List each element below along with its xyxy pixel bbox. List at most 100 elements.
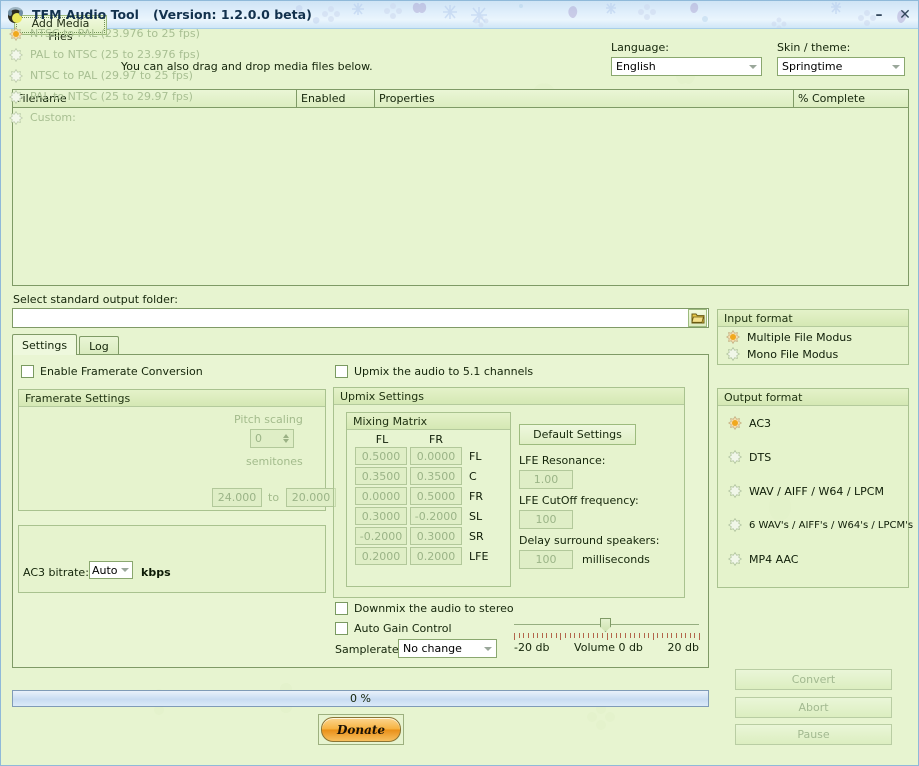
matrix-cell-lfe-fl[interactable]: 0.2000 — [355, 547, 407, 565]
checkbox-icon — [335, 622, 348, 635]
matrix-row-sl: 0.3000 -0.2000 SL — [347, 507, 510, 527]
tab-log[interactable]: Log — [79, 336, 119, 355]
column-header-complete[interactable]: % Complete — [794, 90, 908, 107]
pause-button[interactable]: Pause — [735, 724, 892, 745]
ac3-bitrate-value: Auto — [92, 563, 118, 577]
custom-framerate-to-input[interactable]: 20.000 — [286, 488, 336, 507]
default-settings-button[interactable]: Default Settings — [519, 424, 636, 445]
chevron-up-icon[interactable] — [283, 434, 289, 438]
ac3-bitrate-select[interactable]: Auto — [89, 561, 133, 579]
column-header-enabled[interactable]: Enabled — [297, 90, 375, 107]
enable-framerate-conversion-label: Enable Framerate Conversion — [40, 365, 203, 378]
stepper-arrows[interactable] — [283, 434, 293, 443]
matrix-cell-c-fr[interactable]: 0.3500 — [410, 467, 462, 485]
volume-min-label: -20 db — [514, 641, 550, 654]
framerate-option-4[interactable]: Custom: — [9, 107, 200, 128]
matrix-row-fr: 0.0000 0.5000 FR — [347, 487, 510, 507]
samplerate-label: Samplerate: — [335, 643, 403, 656]
matrix-cell-sr-fr[interactable]: 0.3000 — [410, 527, 462, 545]
input-format-group: Input format Multiple File Modus Mono Fi… — [717, 309, 909, 365]
matrix-cell-sl-fr[interactable]: -0.2000 — [410, 507, 462, 525]
matrix-row-sr: -0.2000 0.3000 SR — [347, 527, 510, 547]
matrix-row-label-sl: SL — [469, 509, 483, 523]
tab-settings[interactable]: Settings — [12, 334, 78, 355]
auto-gain-control-label: Auto Gain Control — [354, 622, 452, 635]
pitch-scaling-value: 0 — [255, 432, 262, 445]
framerate-option-1[interactable]: PAL to NTSC (25 to 23.976 fps) — [9, 44, 200, 65]
chevron-down-icon — [121, 568, 129, 572]
downmix-stereo-label: Downmix the audio to stereo — [354, 602, 514, 615]
matrix-cell-fl-fr[interactable]: 0.0000 — [410, 447, 462, 465]
radio-unselected-icon — [728, 518, 742, 532]
pitch-scaling-stepper[interactable]: 0 — [250, 429, 294, 448]
output-folder-input[interactable] — [13, 309, 688, 327]
custom-framerate-from-input[interactable]: 24.000 — [212, 488, 262, 507]
skin-theme-select[interactable]: Springtime — [777, 57, 905, 76]
output-folder-label: Select standard output folder: — [13, 293, 178, 306]
abort-button[interactable]: Abort — [735, 697, 892, 718]
auto-gain-control-checkbox[interactable]: Auto Gain Control — [335, 622, 452, 635]
volume-slider[interactable] — [514, 618, 699, 632]
matrix-row-label-lfe: LFE — [469, 549, 489, 563]
output-format-option-wav[interactable]: WAV / AIFF / W64 / LPCM — [728, 474, 908, 508]
output-format-option-dts-label: DTS — [749, 450, 772, 464]
window-title: TFM Audio Tool — [32, 7, 139, 22]
radio-unselected-icon — [9, 89, 23, 104]
radio-unselected-icon — [726, 347, 740, 361]
input-format-option-multiple[interactable]: Multiple File Modus — [726, 330, 908, 344]
application-window: TFM Audio Tool (Version: 1.2.0.0 beta) –… — [0, 0, 919, 766]
column-header-properties[interactable]: Properties — [375, 90, 794, 107]
matrix-cell-lfe-fr[interactable]: 0.2000 — [410, 547, 462, 565]
minimize-icon[interactable]: – — [870, 8, 888, 22]
matrix-cell-sl-fl[interactable]: 0.3000 — [355, 507, 407, 525]
mixing-matrix-group: Mixing Matrix FL FR 0.5000 0.0000 FL 0.3… — [346, 412, 511, 587]
radio-unselected-icon — [728, 450, 742, 464]
lfe-cutoff-frequency-input[interactable]: 100 — [519, 510, 573, 529]
framerate-settings-title: Framerate Settings — [19, 390, 325, 407]
output-format-option-6wav[interactable]: 6 WAV's / AIFF's / W64's / LPCM's — [728, 508, 913, 542]
skin-theme-label: Skin / theme: — [777, 41, 851, 54]
upmix-settings-group: Upmix Settings Mixing Matrix FL FR 0.500… — [333, 387, 685, 598]
radio-selected-icon — [9, 26, 23, 41]
matrix-cell-fl-fl[interactable]: 0.5000 — [355, 447, 407, 465]
output-format-group: Output format AC3 DTS WAV / AIFF / W64 /… — [717, 388, 913, 588]
samplerate-select[interactable]: No change — [398, 639, 497, 658]
downmix-stereo-checkbox[interactable]: Downmix the audio to stereo — [335, 602, 514, 615]
lfe-resonance-input[interactable]: 1.00 — [519, 470, 573, 489]
file-list-body[interactable] — [13, 108, 908, 285]
radio-unselected-icon — [9, 68, 23, 83]
convert-button[interactable]: Convert — [735, 669, 892, 690]
framerate-options-list: NTSC to PAL (23.976 to 25 fps) PAL to NT… — [9, 23, 200, 128]
volume-slider-thumb[interactable] — [600, 618, 611, 632]
matrix-cell-c-fl[interactable]: 0.3500 — [355, 467, 407, 485]
delay-surround-speakers-input[interactable]: 100 — [519, 550, 573, 569]
radio-unselected-icon — [728, 484, 742, 498]
upmix-enable-checkbox[interactable]: Upmix the audio to 5.1 channels — [335, 365, 533, 378]
skin-theme-value: Springtime — [782, 60, 843, 73]
matrix-cell-fr-fl[interactable]: 0.0000 — [355, 487, 407, 505]
folder-icon[interactable] — [688, 309, 707, 327]
framerate-option-2[interactable]: NTSC to PAL (29.97 to 25 fps) — [9, 65, 200, 86]
matrix-cell-fr-fr[interactable]: 0.5000 — [410, 487, 462, 505]
framerate-option-4-label: Custom: — [30, 111, 76, 124]
input-format-option-mono[interactable]: Mono File Modus — [726, 347, 908, 361]
language-select[interactable]: English — [611, 57, 762, 76]
framerate-option-0[interactable]: NTSC to PAL (23.976 to 25 fps) — [9, 23, 200, 44]
matrix-cell-sr-fl[interactable]: -0.2000 — [355, 527, 407, 545]
output-format-option-mp4aac-label: MP4 AAC — [749, 552, 799, 566]
enable-framerate-conversion-checkbox[interactable]: Enable Framerate Conversion — [21, 365, 203, 378]
chevron-down-icon[interactable] — [283, 439, 289, 443]
framerate-option-3[interactable]: PAL to NTSC (25 to 29.97 fps) — [9, 86, 200, 107]
progress-bar: 0 % — [12, 690, 709, 707]
donate-button[interactable]: Donate — [321, 717, 401, 742]
upmix-enable-label: Upmix the audio to 5.1 channels — [354, 365, 534, 378]
mixing-matrix-title: Mixing Matrix — [347, 413, 510, 430]
ac3-bitrate-unit: kbps — [141, 566, 171, 579]
matrix-row-label-fr: FR — [469, 489, 483, 503]
lfe-cutoff-frequency-label: LFE CutOff frequency: — [519, 494, 639, 507]
output-format-option-ac3[interactable]: AC3 — [728, 406, 908, 440]
close-icon[interactable]: ✕ — [896, 8, 914, 22]
output-format-option-mp4aac[interactable]: MP4 AAC — [728, 542, 908, 576]
chevron-down-icon — [484, 646, 492, 651]
output-format-option-dts[interactable]: DTS — [728, 440, 908, 474]
